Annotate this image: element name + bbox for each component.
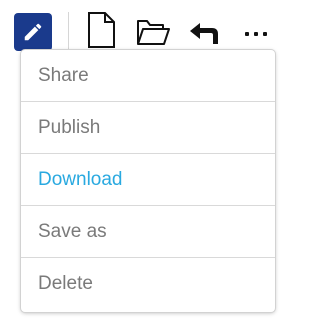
menu-item-label: Save as (38, 220, 107, 242)
menu-item-download[interactable]: Download (21, 154, 275, 206)
menu-item-label: Delete (38, 273, 93, 294)
new-document-button[interactable] (82, 10, 120, 50)
toolbar (0, 0, 285, 52)
menu-item-label: Share (38, 64, 89, 86)
pencil-icon (24, 23, 42, 41)
more-dots-icon (245, 32, 267, 36)
edit-button[interactable] (14, 13, 52, 51)
new-document-icon (88, 12, 115, 48)
toolbar-divider (68, 12, 69, 50)
dropdown-menu: Share Publish Download Save as Delete (21, 50, 275, 312)
undo-button[interactable] (184, 16, 224, 50)
more-options-button[interactable] (234, 16, 278, 50)
menu-item-label: Download (38, 168, 123, 190)
menu-item-publish[interactable]: Publish (21, 102, 275, 154)
open-folder-icon (137, 20, 170, 45)
menu-item-save-as[interactable]: Save as (21, 206, 275, 258)
menu-item-label: Publish (38, 116, 101, 138)
undo-arrow-icon (190, 23, 218, 44)
menu-item-share[interactable]: Share (21, 50, 275, 102)
open-folder-button[interactable] (133, 14, 173, 50)
menu-item-delete[interactable]: Delete (21, 258, 275, 310)
